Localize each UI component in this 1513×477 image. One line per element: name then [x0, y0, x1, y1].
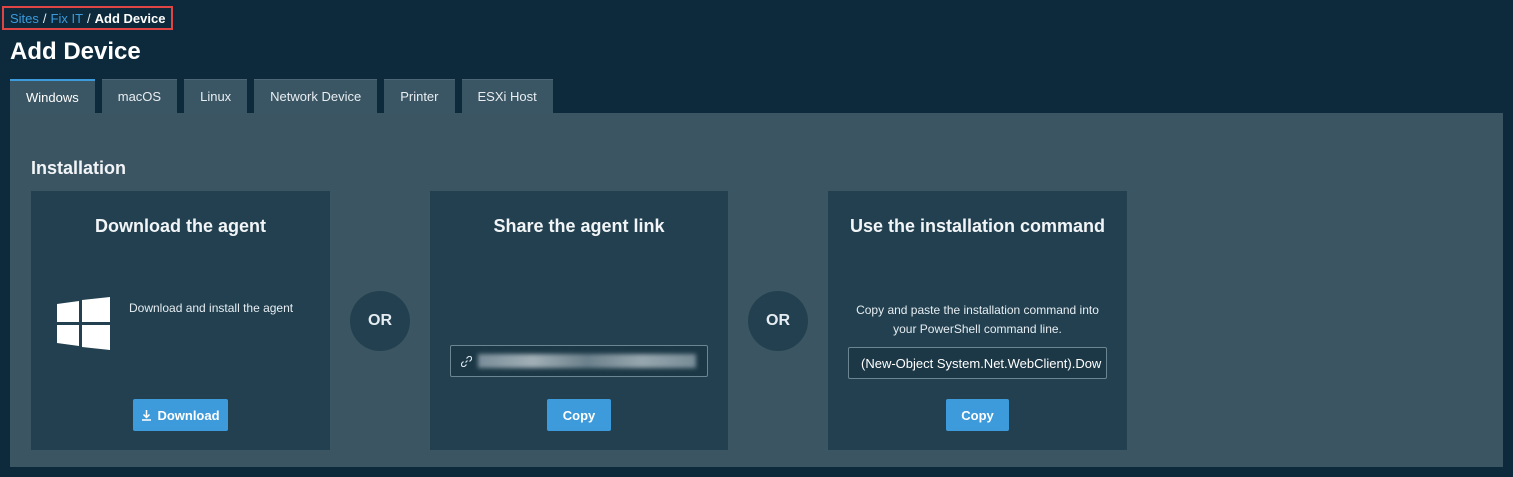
tab-label: macOS	[117, 89, 162, 104]
download-icon	[141, 409, 152, 421]
card-description: Download and install the agent	[129, 301, 294, 315]
description-line: Copy and paste the installation command …	[856, 303, 1099, 317]
share-agent-link-card: Share the agent link Copy	[430, 191, 728, 450]
card-title: Use the installation command	[849, 216, 1106, 236]
copy-button-label: Copy	[562, 407, 596, 423]
installation-command-card: Use the installation command Copy and pa…	[828, 191, 1127, 450]
breadcrumb-fixit-link[interactable]: Fix IT	[51, 11, 84, 26]
tab-panel: Installation Download the agent Download…	[10, 113, 1503, 467]
download-agent-card: Download the agent Download and install …	[31, 191, 330, 450]
tab-printer[interactable]: Printer	[384, 79, 455, 113]
tab-linux[interactable]: Linux	[184, 79, 248, 113]
tab-label: Printer	[400, 89, 439, 104]
download-button[interactable]: Download	[133, 399, 228, 431]
windows-logo-icon	[57, 297, 110, 355]
copy-button-label: Copy	[961, 407, 994, 423]
installation-command-field[interactable]: (New-Object System.Net.WebClient).Dow	[848, 347, 1107, 379]
device-type-tabs: Windows macOS Linux Network Device Print…	[10, 79, 560, 113]
tab-label: Linux	[200, 89, 232, 104]
tab-network-device[interactable]: Network Device	[254, 79, 378, 113]
or-divider: OR	[748, 291, 808, 351]
breadcrumb-sites-link[interactable]: Sites	[10, 11, 39, 26]
description-line: your PowerShell command line.	[893, 322, 1062, 336]
redacted-link-value	[478, 354, 696, 368]
tab-macos[interactable]: macOS	[101, 79, 178, 113]
breadcrumb-current: Add Device	[94, 10, 166, 26]
tab-label: Windows	[26, 89, 79, 105]
copy-link-button[interactable]: Copy	[547, 399, 611, 431]
copy-command-button[interactable]: Copy	[946, 399, 1009, 431]
tab-label: ESXi Host	[477, 89, 537, 104]
card-description: Copy and paste the installation command …	[828, 301, 1127, 339]
breadcrumb-separator: /	[87, 10, 91, 26]
or-divider: OR	[350, 291, 410, 351]
tab-label: Network Device	[270, 89, 362, 104]
tab-windows[interactable]: Windows	[10, 79, 95, 113]
card-title: Download the agent	[95, 216, 266, 236]
download-button-label: Download	[157, 407, 220, 423]
agent-link-field[interactable]	[450, 345, 708, 377]
breadcrumb-separator: /	[42, 10, 47, 26]
section-title: Installation	[31, 158, 127, 178]
command-text: (New-Object System.Net.WebClient).Dow	[861, 355, 1102, 371]
link-icon	[461, 355, 472, 367]
tab-esxi-host[interactable]: ESXi Host	[461, 79, 553, 113]
card-title: Share the agent link	[493, 216, 665, 236]
breadcrumb: Sites / Fix IT / Add Device	[2, 6, 174, 30]
page-title: Add Device	[10, 38, 141, 65]
